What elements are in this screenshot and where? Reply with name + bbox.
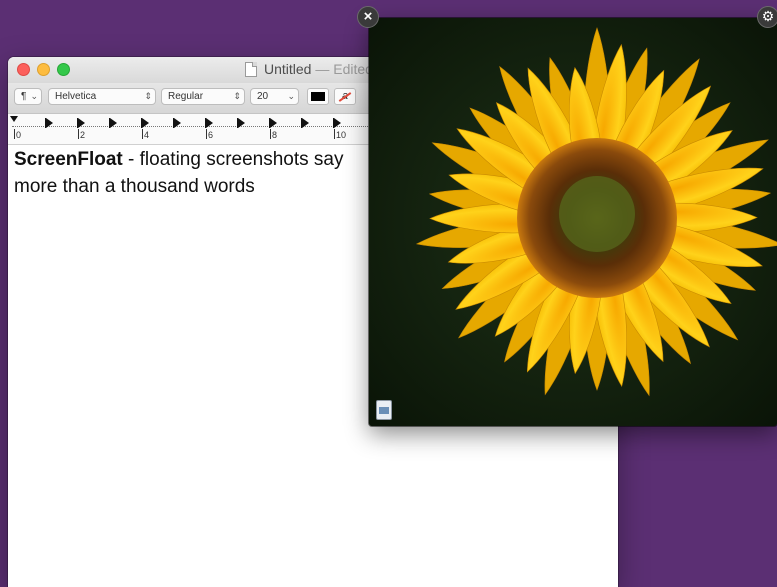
sunflower-image [369,18,777,426]
tab-stop[interactable] [45,118,53,128]
ruler-number: 2 [80,130,86,140]
ruler-tick [206,129,207,139]
paragraph-style-popup[interactable]: ¶ ⌄ [14,88,42,105]
close-window-button[interactable] [17,63,30,76]
tab-stop[interactable] [301,118,309,128]
first-line-indent-marker[interactable] [10,116,18,122]
minimize-window-button[interactable] [37,63,50,76]
tab-stop[interactable] [205,118,213,128]
font-size-combo[interactable]: 20 ⌄ [250,88,299,105]
document-bold-text: ScreenFloat [14,149,123,170]
document-text-area[interactable]: ScreenFloat - floating screenshots say m… [14,146,374,200]
window-title-status: — Edited [315,61,373,77]
text-color-swatch [311,92,325,101]
ruler-number: 6 [208,130,214,140]
chevron-down-icon: ⌄ [287,91,295,101]
text-color-well[interactable] [307,88,329,105]
tab-stop[interactable] [269,118,277,128]
tab-stop[interactable] [333,118,341,128]
ruler-tick [270,129,271,139]
updown-chevron-icon: ⇕ [144,91,152,101]
floating-screenshot-panel[interactable] [369,18,777,426]
ruler-number: 0 [16,130,22,140]
ruler-number: 8 [272,130,278,140]
chevron-down-icon: ⌄ [30,91,38,101]
paragraph-style-label: ¶ [21,91,27,102]
font-size-value: 20 [257,91,269,102]
font-style-popup[interactable]: Regular ⇕ [161,88,245,105]
tab-stop[interactable] [173,118,181,128]
tab-stop[interactable] [109,118,117,128]
zoom-window-button[interactable] [57,63,70,76]
font-style-value: Regular [168,91,204,102]
ruler-tick [14,129,15,139]
ruler-number: 10 [336,130,347,140]
gear-icon[interactable]: ⚙ [757,6,777,28]
updown-chevron-icon: ⇕ [233,91,241,101]
ruler-tick [334,129,335,139]
window-title-name: Untitled [264,61,312,77]
ruler-tick [78,129,79,139]
font-family-popup[interactable]: Helvetica ⇕ [48,88,156,105]
ruler-number: 4 [144,130,150,140]
highlight-color-button[interactable]: a [334,88,356,105]
sunflower-center-core [559,176,635,252]
window-title: Untitled — Edited [264,61,373,77]
ruler-tick [142,129,143,139]
tab-stop[interactable] [141,118,149,128]
document-icon[interactable] [245,62,257,77]
tab-stop[interactable] [237,118,245,128]
tab-stop[interactable] [77,118,85,128]
font-family-value: Helvetica [55,91,97,102]
close-icon[interactable]: × [357,6,379,28]
image-file-icon[interactable] [376,400,392,420]
